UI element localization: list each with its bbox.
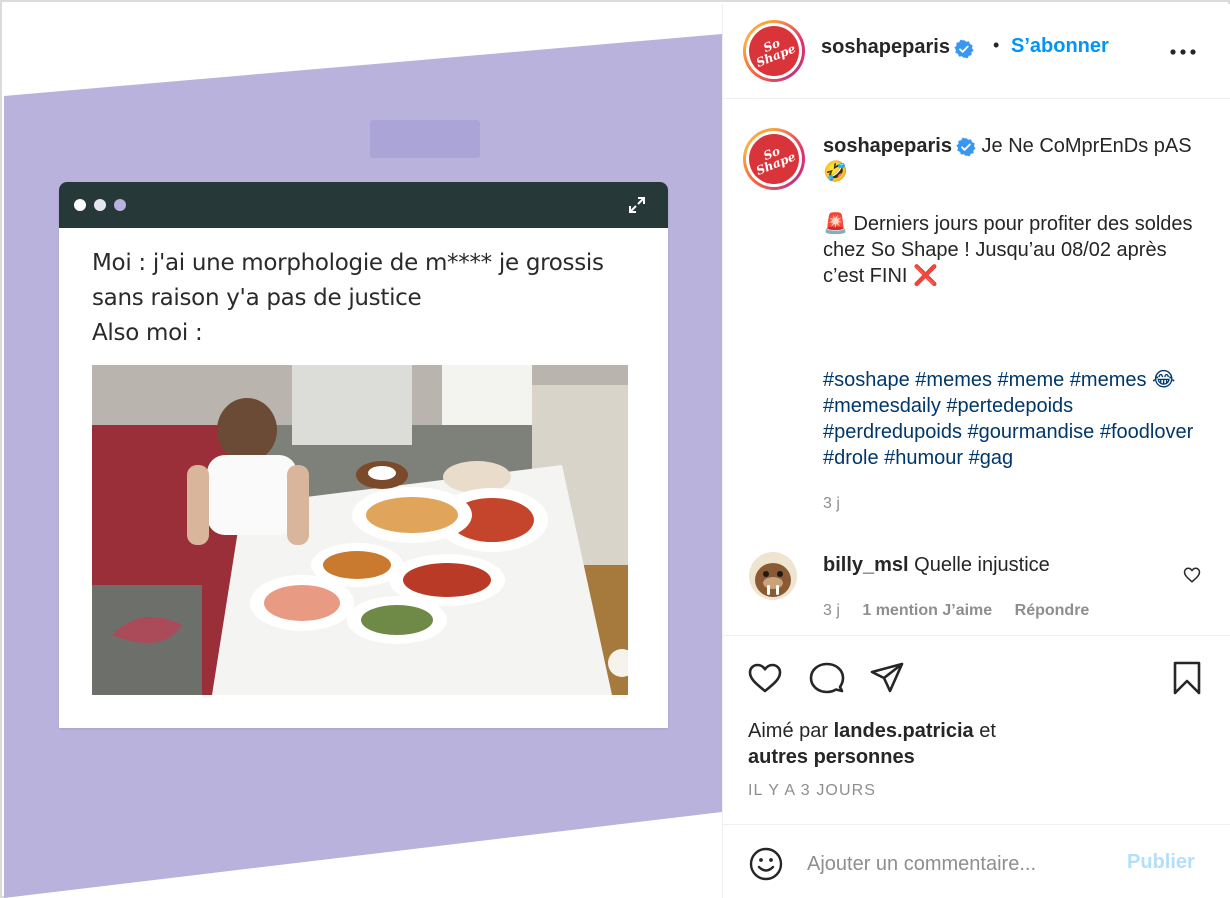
share-send-icon[interactable]	[869, 660, 905, 696]
window-dot-1	[74, 199, 86, 211]
comment-bubble-icon[interactable]	[809, 660, 845, 696]
likes-suffix: et	[979, 720, 996, 742]
avatar-logo: So Shape	[749, 134, 799, 184]
meme-line-2: sans raison y'a pas de justice	[92, 285, 422, 311]
avatar[interactable]: So Shape	[743, 20, 805, 82]
comment-body: Quelle injustice	[914, 554, 1050, 576]
comment-input[interactable]	[807, 847, 1107, 881]
post-media[interactable]: Moi : j'ai une morphologie de m**** je g…	[4, 4, 722, 898]
meme-line-3: Also moi :	[92, 320, 203, 346]
more-options-icon[interactable]	[1169, 48, 1197, 56]
caption-hashtags[interactable]: #soshape #memes #meme #memes 😂 #memesdai…	[823, 367, 1211, 471]
caption-text: soshapeparis Je Ne CoMprEnDs pAS 🤣 🚨 Der…	[823, 133, 1211, 517]
likes-summary: Aimé par landes.patricia et autres perso…	[748, 718, 1068, 770]
likes-prefix: Aimé par	[748, 720, 829, 742]
follow-button[interactable]: S’abonner	[1011, 35, 1109, 58]
like-comment-heart-icon[interactable]	[1183, 566, 1201, 584]
add-comment-bar: Publier	[723, 824, 1230, 898]
comment-likes[interactable]: 1 mention J’aime	[862, 602, 992, 619]
post-timestamp[interactable]: IL Y A 3 JOURS	[748, 782, 876, 800]
meme-text: Moi : j'ai une morphologie de m**** je g…	[92, 246, 652, 351]
avatar-logo-text: So Shape	[754, 35, 798, 70]
header-username[interactable]: soshapeparis	[821, 36, 950, 58]
caption-body: 🚨 Derniers jours pour profiter des solde…	[823, 213, 1193, 287]
post-header: So Shape soshapeparis • S’abonner	[723, 4, 1230, 99]
save-bookmark-icon[interactable]	[1169, 660, 1205, 696]
window-titlebar	[59, 182, 668, 228]
like-heart-icon[interactable]	[747, 660, 783, 696]
post-actions: Aimé par landes.patricia et autres perso…	[723, 635, 1230, 824]
verified-badge-icon	[954, 39, 974, 59]
caption-avatar[interactable]: So Shape	[743, 128, 805, 190]
comment-meta: 3 j 1 mention J’aime Répondre	[823, 602, 1107, 620]
emoji-picker-icon[interactable]	[749, 847, 783, 881]
meme-line-1: Moi : j'ai une morphologie de m**** je g…	[92, 250, 604, 276]
caption-time[interactable]: 3 j	[823, 491, 1211, 517]
post-dialog: Moi : j'ai une morphologie de m**** je g…	[0, 0, 1230, 898]
liked-by-user[interactable]: landes.patricia	[834, 720, 974, 742]
window-dot-3	[114, 199, 126, 211]
comment-text: billy_msl Quelle injustice	[823, 552, 1163, 578]
comment-username[interactable]: billy_msl	[823, 554, 909, 576]
meme-card: Moi : j'ai une morphologie de m**** je g…	[59, 182, 668, 728]
caption-username[interactable]: soshapeparis	[823, 135, 952, 157]
header-username-group: soshapeparis	[821, 36, 974, 59]
so-shape-watermark-logo: So Shape	[651, 840, 714, 890]
reply-button[interactable]: Répondre	[1015, 602, 1090, 619]
post-side-panel: So Shape soshapeparis • S’abonner So Sha…	[722, 4, 1230, 898]
commenter-avatar[interactable]	[749, 552, 797, 600]
other-likers[interactable]: autres personnes	[748, 746, 915, 768]
publish-button[interactable]: Publier	[1127, 851, 1195, 874]
window-dot-2	[94, 199, 106, 211]
expand-icon	[629, 197, 645, 213]
avatar-logo-text: So Shape	[754, 143, 798, 178]
comment-time[interactable]: 3 j	[823, 602, 840, 619]
header-separator: •	[993, 35, 1000, 55]
meme-photo	[92, 365, 628, 695]
verified-badge-icon	[956, 137, 976, 157]
avatar-logo: So Shape	[749, 26, 799, 76]
decorative-bar	[370, 120, 480, 158]
